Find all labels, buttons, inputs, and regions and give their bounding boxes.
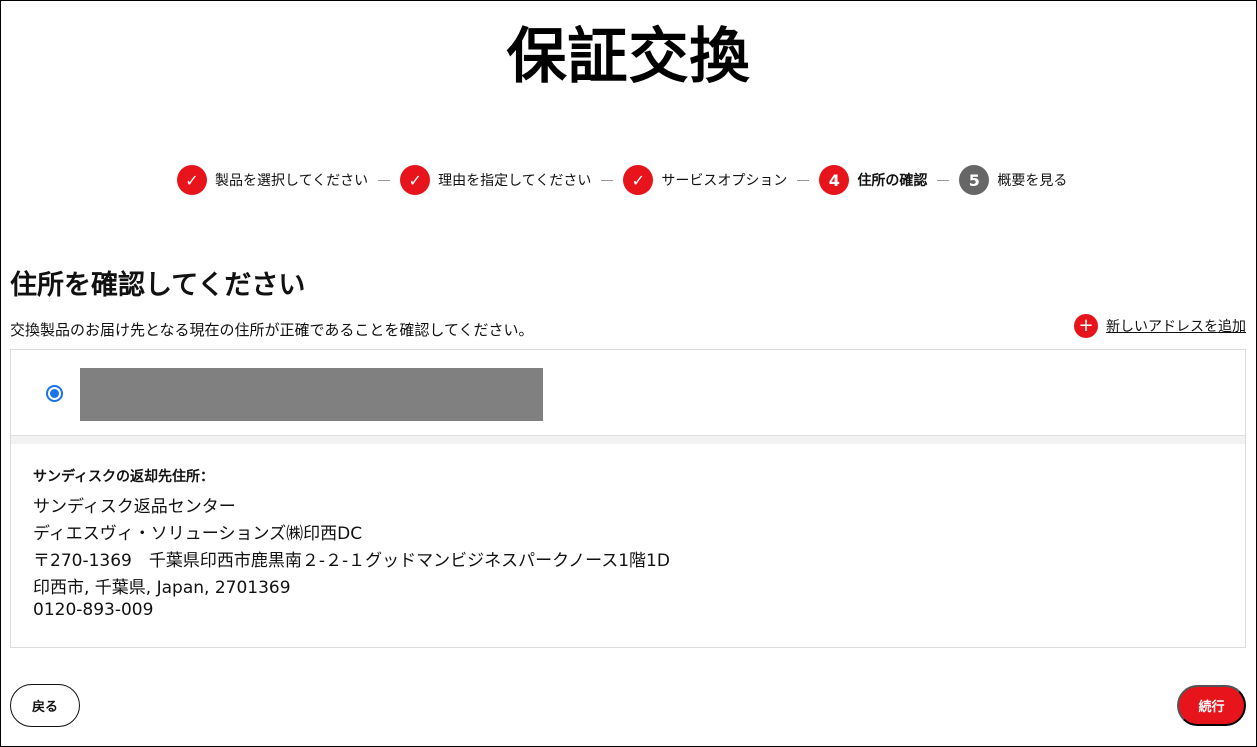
section-heading: 住所を確認してください: [10, 270, 306, 301]
progress-stepper: ✓ 製品を選択してください ✓ 理由を指定してください ✓ サービスオプション …: [177, 164, 1067, 196]
step-label: 概要を見る: [997, 173, 1068, 189]
step-view-summary: 5 概要を見る: [959, 165, 1067, 195]
return-address-line: 印西市, 千葉県, Japan, 2701369: [33, 578, 291, 598]
step-separator: [937, 179, 950, 181]
return-phone: 0120-893-009: [33, 600, 154, 620]
step-select-product: ✓ 製品を選択してください: [177, 165, 368, 195]
return-address-line: 〒270-1369 千葉県印西市鹿黒南２-２-１グッドマンビジネスパークノース1…: [33, 551, 670, 571]
step-label: サービスオプション: [661, 173, 788, 189]
step-separator: [378, 179, 391, 181]
return-address-line: サンディスク返品センター: [33, 497, 236, 517]
step-check-icon: ✓: [400, 165, 431, 195]
address-option-card[interactable]: [10, 349, 1246, 436]
return-address-card: サンディスクの返却先住所： サンディスク返品センター ディエスヴィ・ソリューショ…: [10, 444, 1246, 648]
step-specify-reason: ✓ 理由を指定してください: [400, 165, 591, 195]
redacted-address-block: [80, 368, 543, 421]
radio-selected-dot: [50, 389, 59, 398]
step-label: 製品を選択してください: [215, 173, 369, 189]
step-service-option: ✓ サービスオプション: [623, 165, 787, 195]
step-number: 4: [819, 165, 850, 195]
back-button[interactable]: 戻る: [10, 684, 80, 727]
address-radio[interactable]: [46, 385, 63, 402]
section-description: 交換製品のお届け先となる現在の住所が正確であることを確認してください。: [10, 321, 534, 339]
step-confirm-address: 4 住所の確認: [819, 165, 927, 195]
card-divider: [10, 436, 1246, 444]
plus-icon: +: [1074, 314, 1098, 338]
step-label: 住所の確認: [857, 173, 928, 189]
step-check-icon: ✓: [177, 165, 207, 195]
step-check-icon: ✓: [623, 165, 654, 195]
step-number: 5: [959, 165, 990, 195]
continue-button[interactable]: 続行: [1177, 685, 1246, 726]
page-title: 保証交換: [506, 22, 751, 92]
add-new-address-link[interactable]: + 新しいアドレスを追加: [1074, 314, 1246, 338]
step-separator: [797, 179, 810, 181]
add-address-label: 新しいアドレスを追加: [1106, 319, 1246, 335]
return-address-title: サンディスクの返却先住所：: [33, 469, 215, 485]
step-label: 理由を指定してください: [438, 173, 592, 189]
return-address-line: ディエスヴィ・ソリューションズ㈱印西DC: [33, 524, 363, 544]
step-separator: [601, 179, 614, 181]
